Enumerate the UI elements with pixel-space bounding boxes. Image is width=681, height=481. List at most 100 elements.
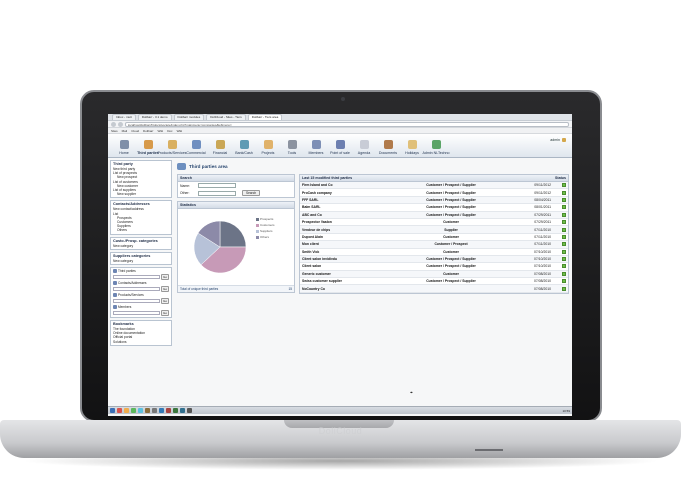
quick-search-input[interactable] xyxy=(113,275,160,280)
search-button[interactable]: Search xyxy=(242,190,261,196)
taskbar-app-icon[interactable] xyxy=(173,408,178,413)
bookmark-link[interactable]: Dolibarr xyxy=(143,129,154,133)
status-cell xyxy=(553,248,568,256)
back-icon[interactable] xyxy=(111,121,116,127)
bookmark-link[interactable]: Wiki xyxy=(158,129,164,133)
menu-home[interactable]: Home xyxy=(112,134,136,157)
taskbar-app-icon[interactable] xyxy=(145,408,150,413)
taskbar-app-icon[interactable] xyxy=(180,408,185,413)
third-party-name[interactable]: Generic customer xyxy=(300,270,394,279)
menu-tools[interactable]: Tools xyxy=(280,134,304,157)
lock-icon[interactable] xyxy=(562,138,566,142)
table-row[interactable]: Generic customer Customer 07/08/2010 xyxy=(300,270,568,279)
customer-category-new[interactable]: New category xyxy=(113,244,169,248)
table-row[interactable]: Balm SARL Customer / Prospect / Supplier 0… xyxy=(300,203,568,212)
user-box[interactable]: admin xyxy=(550,138,566,142)
menu-projects[interactable]: Projects xyxy=(256,134,280,157)
status-cell xyxy=(553,225,568,234)
go-button[interactable]: Go xyxy=(160,274,169,281)
third-party-name[interactable]: Firm Island and Co xyxy=(300,181,394,190)
taskbar-app-icon[interactable] xyxy=(166,408,171,413)
taskbar-app-icon[interactable] xyxy=(131,408,136,413)
contacts-menu-title[interactable]: Contacts/Addresses xyxy=(113,202,169,206)
modified-date: 07/11/2010 xyxy=(508,240,554,249)
menu-products-services[interactable]: Products/Services xyxy=(158,134,186,157)
quick-search-input[interactable] xyxy=(113,299,160,304)
go-button[interactable]: Go xyxy=(160,286,169,293)
bookmark-link[interactable]: Cloud xyxy=(131,129,139,133)
taskbar-app-icon[interactable] xyxy=(159,408,164,413)
left-menu-item[interactable]: New supplier xyxy=(113,192,169,196)
quick-search-input[interactable] xyxy=(113,311,160,316)
name-input[interactable] xyxy=(198,183,236,188)
other-input[interactable] xyxy=(198,190,236,196)
menu-members[interactable]: Members xyxy=(304,134,328,157)
menu-point-of-sale[interactable]: Point of sale xyxy=(328,134,352,157)
third-party-name[interactable]: ABC and Co xyxy=(300,211,394,219)
menu-financial[interactable]: Financial xyxy=(208,134,232,157)
go-button[interactable]: Go xyxy=(160,310,169,317)
table-row[interactable]: ProCash company Customer / Prospect / Sup… xyxy=(300,188,568,197)
forward-icon[interactable] xyxy=(118,121,123,127)
table-row[interactable]: ABC and Co Customer / Prospect / Supplier… xyxy=(300,211,568,219)
taskbar-app-icon[interactable] xyxy=(138,408,143,413)
url-input[interactable]: localhost/dolibarr/htdocs/societe/index.… xyxy=(125,121,569,127)
taskbar-app-icon[interactable] xyxy=(110,408,115,413)
table-row[interactable]: Vendeur de chips Supplier 07/11/2010 xyxy=(300,225,568,234)
taskbar-app-icon[interactable] xyxy=(124,408,129,413)
table-row[interactable]: NoCountry Co 07/08/2010 xyxy=(300,284,568,293)
third-party-name[interactable]: Smith Vick xyxy=(300,248,394,256)
go-button[interactable]: Go xyxy=(160,298,169,305)
third-party-name[interactable]: Balm SARL xyxy=(300,203,394,212)
third-party-name[interactable]: Vendeur de chips xyxy=(300,225,394,234)
bookmark-link[interactable]: Wiki xyxy=(177,129,183,133)
browser-tab[interactable]: DoliCloud - Sites - Tiers xyxy=(206,114,246,120)
third-party-menu-title[interactable]: Third party xyxy=(113,162,169,166)
left-menu-item[interactable]: Others xyxy=(113,228,169,232)
browser-tab[interactable]: Dolibarr modules xyxy=(173,114,205,120)
browser-tab[interactable]: Inbox - mutt xyxy=(112,114,136,120)
third-party-name[interactable]: Mon client xyxy=(300,240,394,249)
third-party-name[interactable]: Client salon invidivdu xyxy=(300,255,394,264)
bookmark-link[interactable]: Mail xyxy=(122,129,128,133)
bookmark-link[interactable]: Sites xyxy=(111,129,118,133)
third-party-name[interactable]: NoCountry Co xyxy=(300,284,394,293)
browser-tab[interactable]: Dolibarr - 3.1 demo xyxy=(137,114,172,120)
table-row[interactable]: Client salon Customer / Prospect / Suppli… xyxy=(300,262,568,271)
table-row[interactable]: Smith Vick Customer 07/10/2010 xyxy=(300,248,568,256)
menu-holidays[interactable]: Holidays xyxy=(400,134,424,157)
left-menu-item[interactable]: Solutions xyxy=(113,340,169,344)
menu-bank-cash[interactable]: Bank/Cash xyxy=(232,134,256,157)
third-party-name[interactable]: Dupont Alain xyxy=(300,233,394,242)
third-party-name[interactable]: Swiss customer supplier xyxy=(300,277,394,286)
chart-legend: Prospects Customers Suppliers Others xyxy=(256,217,275,239)
table-row[interactable]: Client salon invidivdu Customer / Prospec… xyxy=(300,255,568,264)
menu-agenda[interactable]: Agenda xyxy=(352,134,376,157)
table-row[interactable]: Swiss customer supplier Customer / Prospe… xyxy=(300,277,568,286)
table-row[interactable]: Firm Island and Co Customer / Prospect / … xyxy=(300,181,568,190)
third-party-name[interactable]: ProCash company xyxy=(300,188,394,197)
third-party-name[interactable]: FFF SARL xyxy=(300,196,394,205)
quick-search-input[interactable] xyxy=(113,287,160,292)
contacts-menu: Contacts/Addresses New contact/address Li… xyxy=(110,200,172,235)
supplier-categories-title[interactable]: Suppliers categories xyxy=(113,254,169,258)
table-row[interactable]: Dupont Alain Customer 07/11/2010 xyxy=(300,233,568,242)
menu-commercial[interactable]: Commercial xyxy=(184,134,208,157)
browser-tab[interactable]: Dolibarr - Tiers area xyxy=(247,114,283,120)
status-active-icon xyxy=(562,183,566,188)
customer-categories-title[interactable]: Custo./Prosp. categories xyxy=(113,239,169,243)
taskbar-app-icon[interactable] xyxy=(152,408,157,413)
taskbar-app-icon[interactable] xyxy=(187,408,192,413)
third-party-name[interactable]: Client salon xyxy=(300,262,394,271)
table-row[interactable]: FFF SARL Customer / Prospect / Supplier 08… xyxy=(300,196,568,205)
supplier-category-new[interactable]: New category xyxy=(113,259,169,263)
table-row[interactable]: Prospector Vaalon Customer 07/29/2011 xyxy=(300,218,568,227)
menu-admin-nltechno[interactable]: Admin NLTechno xyxy=(422,134,450,157)
third-party-name[interactable]: Prospector Vaalon xyxy=(300,218,394,227)
bookmark-link[interactable]: Doc xyxy=(167,129,172,133)
menu-documents[interactable]: Documents xyxy=(376,134,400,157)
taskbar-app-icon[interactable] xyxy=(117,408,122,413)
table-row[interactable]: Mon client Customer / Prospect 07/11/2010 xyxy=(300,240,568,249)
camera xyxy=(341,97,345,101)
menu-third-parties[interactable]: Third parties xyxy=(136,134,160,157)
